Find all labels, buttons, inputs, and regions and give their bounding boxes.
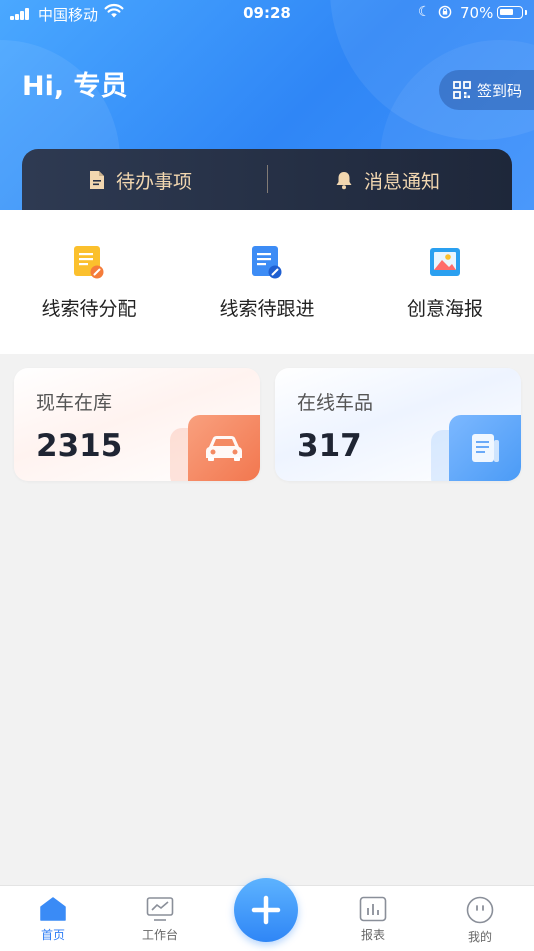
tab-label: 报表 bbox=[360, 928, 385, 942]
profile-icon bbox=[466, 896, 494, 924]
quick-action-label: 线索待跟进 bbox=[219, 298, 315, 320]
stat-title: 现车在库 bbox=[36, 392, 113, 414]
quick-actions: 线索待分配 线索待跟进 创意海报 bbox=[0, 210, 534, 354]
todo-button[interactable]: 待办事项 bbox=[88, 149, 192, 210]
quick-action-label: 创意海报 bbox=[406, 298, 483, 320]
greeting: Hi, 专员 bbox=[22, 71, 128, 102]
stat-card-cars-in-stock[interactable]: 现车在库 2315 bbox=[14, 368, 260, 481]
quick-action-clue-assign[interactable]: 线索待分配 bbox=[0, 244, 178, 321]
add-button[interactable] bbox=[234, 878, 298, 942]
document-icon bbox=[472, 434, 499, 462]
qr-code-icon bbox=[453, 81, 471, 99]
tab-profile[interactable]: 我的 bbox=[440, 896, 520, 945]
checkin-code-label: 签到码 bbox=[477, 81, 523, 100]
clue-follow-icon bbox=[252, 246, 282, 279]
stat-value: 317 bbox=[297, 428, 362, 464]
card-icon-box bbox=[449, 415, 521, 481]
tab-workbench[interactable]: 工作台 bbox=[120, 896, 200, 943]
tab-report[interactable]: 报表 bbox=[333, 896, 413, 943]
checkin-code-button[interactable]: 签到码 bbox=[439, 70, 534, 110]
document-icon bbox=[90, 171, 104, 189]
home-icon bbox=[40, 897, 66, 921]
stat-card-online-products[interactable]: 在线车品 317 bbox=[275, 368, 521, 481]
tab-label: 首页 bbox=[40, 928, 65, 942]
header: 中国移动 09:28 ☾ 70% Hi, 专员 签到码 待办事项 消息通知 bbox=[0, 0, 534, 210]
stat-value: 2315 bbox=[36, 428, 123, 464]
tab-home[interactable]: 首页 bbox=[13, 896, 93, 943]
clue-assign-icon bbox=[74, 246, 104, 279]
tab-label: 我的 bbox=[467, 930, 492, 944]
notice-label: 消息通知 bbox=[364, 170, 441, 193]
workbench-icon bbox=[146, 897, 174, 921]
clock: 09:28 bbox=[243, 4, 291, 22]
divider bbox=[267, 165, 268, 193]
card-icon-box bbox=[188, 415, 260, 481]
report-icon bbox=[359, 896, 387, 922]
stat-title: 在线车品 bbox=[297, 392, 374, 414]
todo-label: 待办事项 bbox=[116, 170, 193, 193]
quick-action-label: 线索待分配 bbox=[41, 298, 137, 320]
rotation-lock-icon bbox=[438, 5, 452, 19]
poster-icon bbox=[430, 248, 460, 276]
todo-notice-bar: 待办事项 消息通知 bbox=[22, 149, 512, 210]
tab-label: 工作台 bbox=[141, 928, 178, 942]
battery-percentage: 70% bbox=[460, 4, 494, 22]
quick-action-clue-follow[interactable]: 线索待跟进 bbox=[178, 244, 356, 321]
bell-icon bbox=[336, 172, 352, 190]
quick-action-poster[interactable]: 创意海报 bbox=[356, 244, 534, 321]
battery-icon bbox=[497, 6, 527, 19]
plus-icon bbox=[251, 895, 281, 925]
car-icon bbox=[206, 436, 242, 461]
status-bar: 中国移动 09:28 ☾ 70% bbox=[0, 0, 534, 28]
moon-icon: ☾ bbox=[418, 4, 431, 20]
notice-button[interactable]: 消息通知 bbox=[334, 149, 440, 210]
